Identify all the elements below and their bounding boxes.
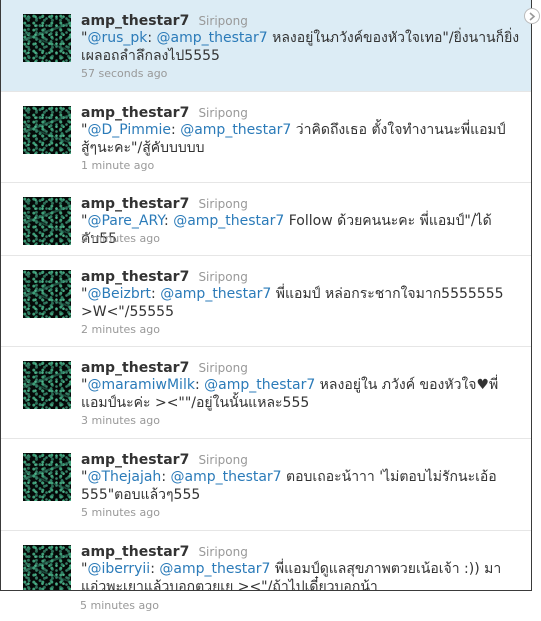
real-name: Siripong — [198, 14, 248, 28]
username[interactable]: amp_thestar7 — [81, 13, 189, 29]
username[interactable]: amp_thestar7 — [81, 360, 189, 376]
tweet-header: amp_thestar7 Siripong — [81, 357, 248, 376]
timestamp[interactable]: 2 minutes ago — [81, 323, 160, 336]
username[interactable]: amp_thestar7 — [81, 196, 189, 212]
tweet-item[interactable]: amp_thestar7 Siripong "@Pare_ARY: @amp_t… — [1, 183, 531, 256]
mention-link[interactable]: @amp_thestar7 — [157, 30, 268, 46]
separator: : — [151, 286, 161, 302]
timestamp[interactable]: 5 minutes ago — [80, 599, 159, 612]
mention-link[interactable]: @Pare_ARY — [87, 213, 164, 229]
tweet-item[interactable]: amp_thestar7 Siripong "@iberryii: @amp_t… — [1, 531, 531, 590]
timestamp[interactable]: 5 minutes ago — [81, 506, 160, 519]
separator: : — [147, 30, 157, 46]
timestamp[interactable]: 1 minute ago — [81, 159, 154, 172]
tweet-text: "@maramiwMilk: @amp_thestar7 หลงอยู่ใน ภ… — [81, 376, 521, 412]
mention-link[interactable]: @amp_thestar7 — [160, 286, 271, 302]
avatar[interactable] — [23, 545, 71, 590]
mention-link[interactable]: @amp_thestar7 — [180, 122, 291, 138]
tweet-text: "@Thejajah: @amp_thestar7 ตอบเถอะน้าาา '… — [81, 468, 521, 504]
separator: : — [150, 561, 160, 577]
separator: : — [164, 213, 174, 229]
tweet-text: "@rus_pk: @amp_thestar7 หลงอยู่ในภวังค์ข… — [81, 29, 521, 65]
username[interactable]: amp_thestar7 — [81, 105, 189, 121]
tweet-item[interactable]: amp_thestar7 Siripong "@Beizbrt: @amp_th… — [1, 256, 531, 347]
separator: : — [194, 377, 205, 393]
tweet-text: "@iberryii: @amp_thestar7 พี่แอมป์ดูแลสุ… — [81, 560, 521, 590]
tweet-item[interactable]: amp_thestar7 Siripong "@maramiwMilk: @am… — [1, 347, 531, 439]
tweet-header: amp_thestar7 Siripong — [81, 102, 248, 121]
mention-link[interactable]: @amp_thestar7 — [159, 561, 270, 577]
real-name: Siripong — [198, 453, 248, 467]
mention-link[interactable]: @rus_pk — [87, 30, 147, 46]
real-name: Siripong — [198, 545, 248, 559]
tweet-header: amp_thestar7 Siripong — [81, 10, 248, 29]
mention-link[interactable]: @Beizbrt — [87, 286, 151, 302]
tweet-item[interactable]: amp_thestar7 Siripong "@D_Pimmie: @amp_t… — [1, 92, 531, 183]
real-name: Siripong — [198, 361, 248, 375]
avatar[interactable] — [23, 106, 71, 154]
tweet-header: amp_thestar7 Siripong — [81, 266, 248, 285]
avatar[interactable] — [23, 197, 71, 245]
timestamp[interactable]: 3 minutes ago — [81, 414, 160, 427]
tweet-header: amp_thestar7 Siripong — [81, 193, 248, 212]
tweet-item[interactable]: amp_thestar7 Siripong "@Thejajah: @amp_t… — [1, 439, 531, 531]
tweet-timeline: amp_thestar7 Siripong "@rus_pk: @amp_the… — [0, 0, 532, 591]
timestamp[interactable]: 57 seconds ago — [81, 67, 167, 80]
separator: : — [171, 122, 181, 138]
real-name: Siripong — [198, 106, 248, 120]
mention-link[interactable]: @Thejajah — [87, 469, 161, 485]
avatar[interactable] — [23, 270, 71, 318]
avatar[interactable] — [23, 453, 71, 501]
username[interactable]: amp_thestar7 — [81, 269, 189, 285]
expand-tweet-button[interactable] — [524, 8, 540, 24]
real-name: Siripong — [198, 197, 248, 211]
tweet-header: amp_thestar7 Siripong — [81, 541, 248, 560]
mention-link[interactable]: @iberryii — [87, 561, 150, 577]
chevron-right-icon — [529, 12, 536, 21]
timestamp[interactable]: 2 minutes ago — [81, 232, 160, 245]
mention-link[interactable]: @amp_thestar7 — [170, 469, 281, 485]
username[interactable]: amp_thestar7 — [81, 544, 189, 560]
username[interactable]: amp_thestar7 — [81, 452, 189, 468]
tweet-header: amp_thestar7 Siripong — [81, 449, 248, 468]
tweet-text: "@Beizbrt: @amp_thestar7 พี่แอมป์ หล่อกร… — [81, 285, 521, 321]
mention-link[interactable]: @maramiwMilk — [87, 377, 195, 393]
tweet-item[interactable]: amp_thestar7 Siripong "@rus_pk: @amp_the… — [1, 0, 531, 92]
tweet-text: "@D_Pimmie: @amp_thestar7 ว่าคิดถึงเธอ ต… — [81, 121, 521, 157]
real-name: Siripong — [198, 270, 248, 284]
avatar[interactable] — [23, 361, 71, 409]
mention-link[interactable]: @D_Pimmie — [87, 122, 171, 138]
avatar[interactable] — [23, 14, 71, 62]
mention-link[interactable]: @amp_thestar7 — [173, 213, 284, 229]
mention-link[interactable]: @amp_thestar7 — [204, 377, 315, 393]
